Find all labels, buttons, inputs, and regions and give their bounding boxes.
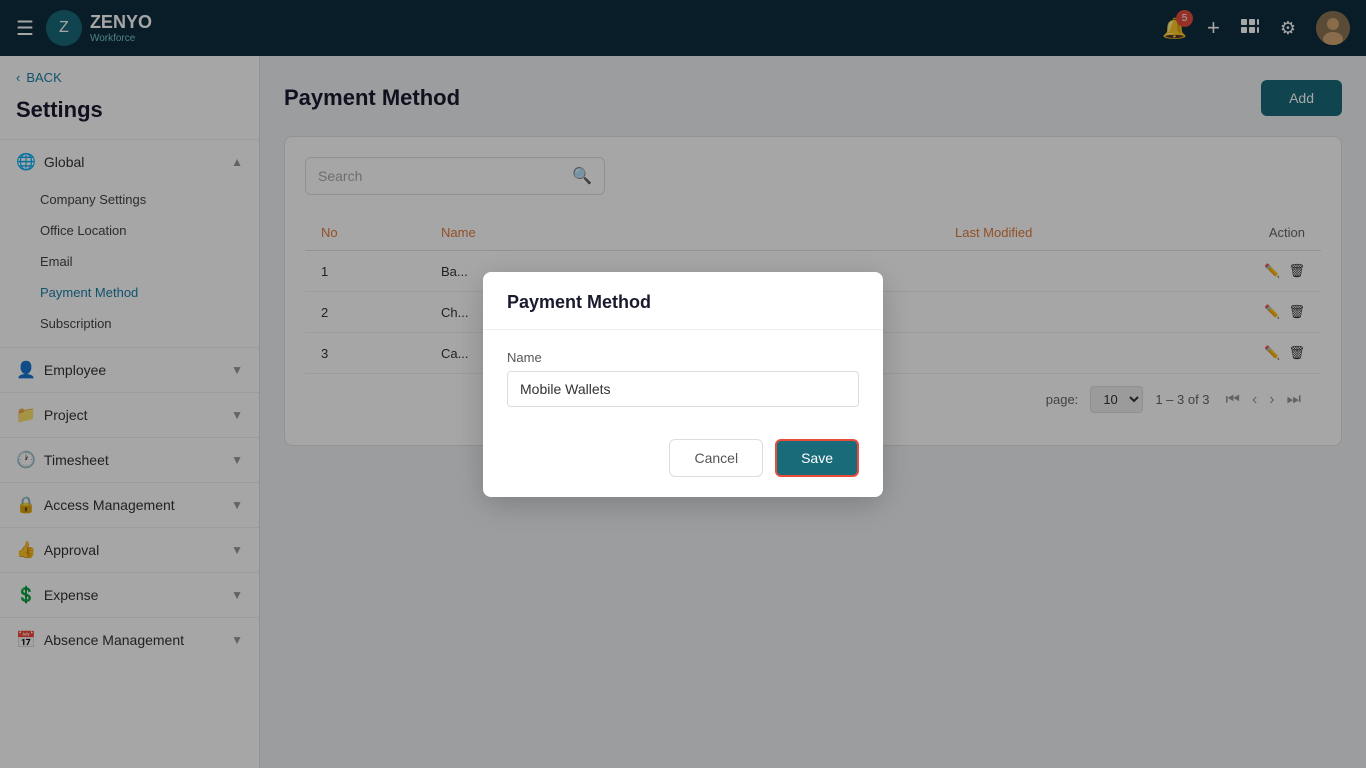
name-label: Name (507, 350, 859, 365)
save-button[interactable]: Save (775, 439, 859, 477)
payment-method-modal: Payment Method Name Cancel Save (483, 272, 883, 497)
modal-title: Payment Method (507, 292, 859, 313)
name-input[interactable] (507, 371, 859, 407)
modal-overlay: Payment Method Name Cancel Save (0, 0, 1366, 768)
modal-header: Payment Method (483, 272, 883, 330)
modal-body: Name (483, 330, 883, 427)
modal-footer: Cancel Save (483, 427, 883, 497)
cancel-button[interactable]: Cancel (669, 439, 763, 477)
